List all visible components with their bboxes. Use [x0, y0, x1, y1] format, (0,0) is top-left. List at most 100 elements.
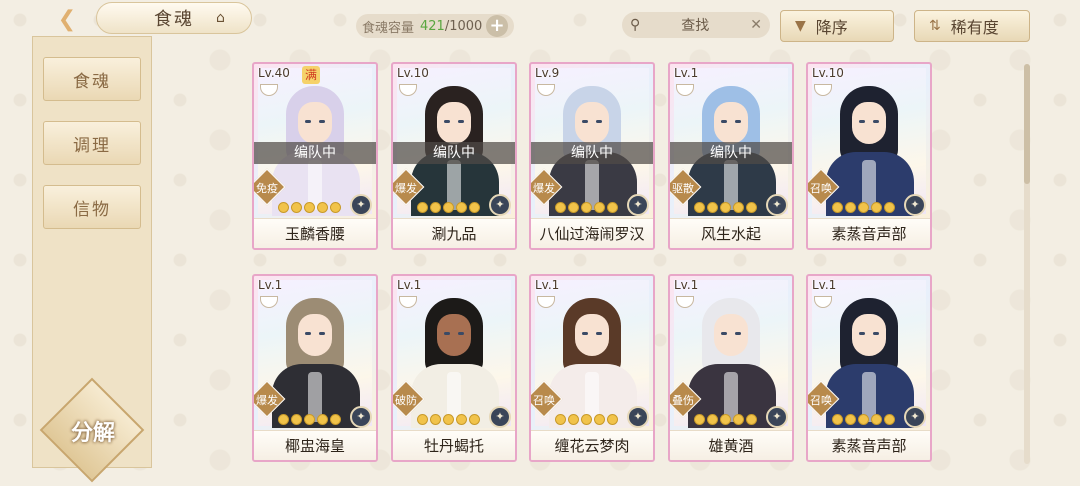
tab-tokens[interactable]: 信物 [43, 185, 141, 229]
role-label: 召唤 [533, 394, 555, 407]
star-rating [555, 202, 618, 213]
back-arrow-icon[interactable]: ❮ [50, 4, 84, 34]
portrait-eye [735, 332, 741, 335]
role-label: 爆发 [256, 394, 278, 407]
capacity-max: /1000 [444, 18, 483, 34]
level-label: Lv.10 [812, 66, 844, 80]
star-icon [871, 414, 882, 425]
sort-order-button[interactable]: ▼ 降序 [780, 10, 894, 42]
level-label: Lv.40 [258, 66, 290, 80]
portrait-eye [859, 120, 865, 123]
element-icon: ✦ [904, 194, 926, 216]
star-icon [832, 414, 843, 425]
portrait-face [852, 102, 886, 144]
star-icon [858, 202, 869, 213]
star-icon [430, 414, 441, 425]
element-icon: ✦ [489, 194, 511, 216]
food-soul-card[interactable]: Lv.10 编队中 爆发 ✦ 涮九品 [391, 62, 517, 250]
star-icon [443, 414, 454, 425]
star-icon [884, 202, 895, 213]
star-icon [456, 414, 467, 425]
tab-conditioning[interactable]: 调理 [43, 121, 141, 165]
card-name: 风生水起 [670, 218, 792, 248]
in-team-banner: 编队中 [393, 142, 515, 164]
scrollbar[interactable] [1024, 64, 1030, 464]
tab-food-souls[interactable]: 食魂 [43, 57, 141, 101]
portrait-eye [458, 120, 464, 123]
star-icon [707, 414, 718, 425]
element-icon: ✦ [904, 406, 926, 428]
food-soul-card[interactable]: Lv.1 破防 ✦ 牡丹蝎托 [391, 274, 517, 462]
top-bar: ❮ 食魂 ⌂ 食魂容量 421 /1000 + ⚲ 查找 ✕ ▼ 降序 ⇅ 稀有… [0, 0, 1080, 52]
portrait-face [852, 314, 886, 356]
food-soul-card[interactable]: Lv.1 召唤 ✦ 素蒸音声部 [806, 274, 932, 462]
star-icon [568, 414, 579, 425]
level-label: Lv.1 [397, 278, 422, 292]
add-capacity-button[interactable]: + [486, 15, 508, 37]
star-icon [469, 414, 480, 425]
element-icon: ✦ [350, 406, 372, 428]
portrait-face [437, 314, 471, 356]
portrait-face [298, 102, 332, 144]
portrait-face [575, 102, 609, 144]
in-team-banner: 编队中 [670, 142, 792, 164]
in-team-banner: 编队中 [531, 142, 653, 164]
food-soul-card[interactable]: Lv.1 召唤 ✦ 缠花云梦肉 [529, 274, 655, 462]
star-icon [858, 414, 869, 425]
portrait-face [437, 102, 471, 144]
star-icon [746, 414, 757, 425]
food-soul-card[interactable]: Lv.10 召唤 ✦ 素蒸音声部 [806, 62, 932, 250]
portrait-eye [596, 120, 602, 123]
star-icon [304, 202, 315, 213]
portrait-eye [319, 332, 325, 335]
star-icon [278, 414, 289, 425]
sort-field-label: 稀有度 [950, 18, 999, 37]
portrait-face [298, 314, 332, 356]
portrait-eye [319, 120, 325, 123]
star-icon [417, 414, 428, 425]
level-label: Lv.1 [674, 278, 699, 292]
sidebar: 食魂 调理 信物 分解 [32, 36, 152, 483]
triangle-down-icon: ▼ [795, 18, 806, 34]
level-label: Lv.9 [535, 66, 560, 80]
star-icon [417, 202, 428, 213]
scrollbar-thumb[interactable] [1024, 64, 1030, 184]
star-icon [594, 414, 605, 425]
clear-search-icon[interactable]: ✕ [750, 17, 762, 33]
house-icon[interactable]: ⌂ [216, 10, 225, 26]
search-input[interactable]: ⚲ 查找 ✕ [622, 12, 770, 38]
star-rating [417, 414, 480, 425]
star-icon [456, 202, 467, 213]
star-icon [733, 414, 744, 425]
star-icon [317, 202, 328, 213]
star-rating [832, 414, 895, 425]
food-soul-card[interactable]: Lv.1 爆发 ✦ 椰盅海皇 [252, 274, 378, 462]
star-icon [291, 202, 302, 213]
element-icon: ✦ [766, 194, 788, 216]
portrait-face [714, 314, 748, 356]
card-name: 缠花云梦肉 [531, 430, 653, 460]
star-icon [746, 202, 757, 213]
food-soul-card[interactable]: Lv.1 编队中 驱散 ✦ 风生水起 [668, 62, 794, 250]
star-rating [278, 414, 341, 425]
card-name: 牡丹蝎托 [393, 430, 515, 460]
food-soul-card[interactable]: Lv.9 编队中 爆发 ✦ 八仙过海闹罗汉 [529, 62, 655, 250]
star-rating [694, 202, 757, 213]
role-label: 叠伤 [672, 394, 694, 407]
portrait-eye [721, 332, 727, 335]
page-title: 食魂 [96, 2, 252, 34]
role-label: 召唤 [810, 394, 832, 407]
role-label: 爆发 [533, 182, 555, 195]
sort-field-button[interactable]: ⇅ 稀有度 [914, 10, 1030, 42]
food-soul-card[interactable]: Lv.1 叠伤 ✦ 雄黄酒 [668, 274, 794, 462]
star-icon [594, 202, 605, 213]
level-label: Lv.1 [812, 278, 837, 292]
food-soul-card[interactable]: Lv.40 满编队中 免疫 ✦ 玉麟香腰 [252, 62, 378, 250]
card-name: 八仙过海闹罗汉 [531, 218, 653, 248]
star-icon [330, 414, 341, 425]
max-level-badge: 满 [302, 66, 320, 84]
role-label: 破防 [395, 394, 417, 407]
portrait-eye [458, 332, 464, 335]
portrait-eye [305, 332, 311, 335]
star-icon [443, 202, 454, 213]
